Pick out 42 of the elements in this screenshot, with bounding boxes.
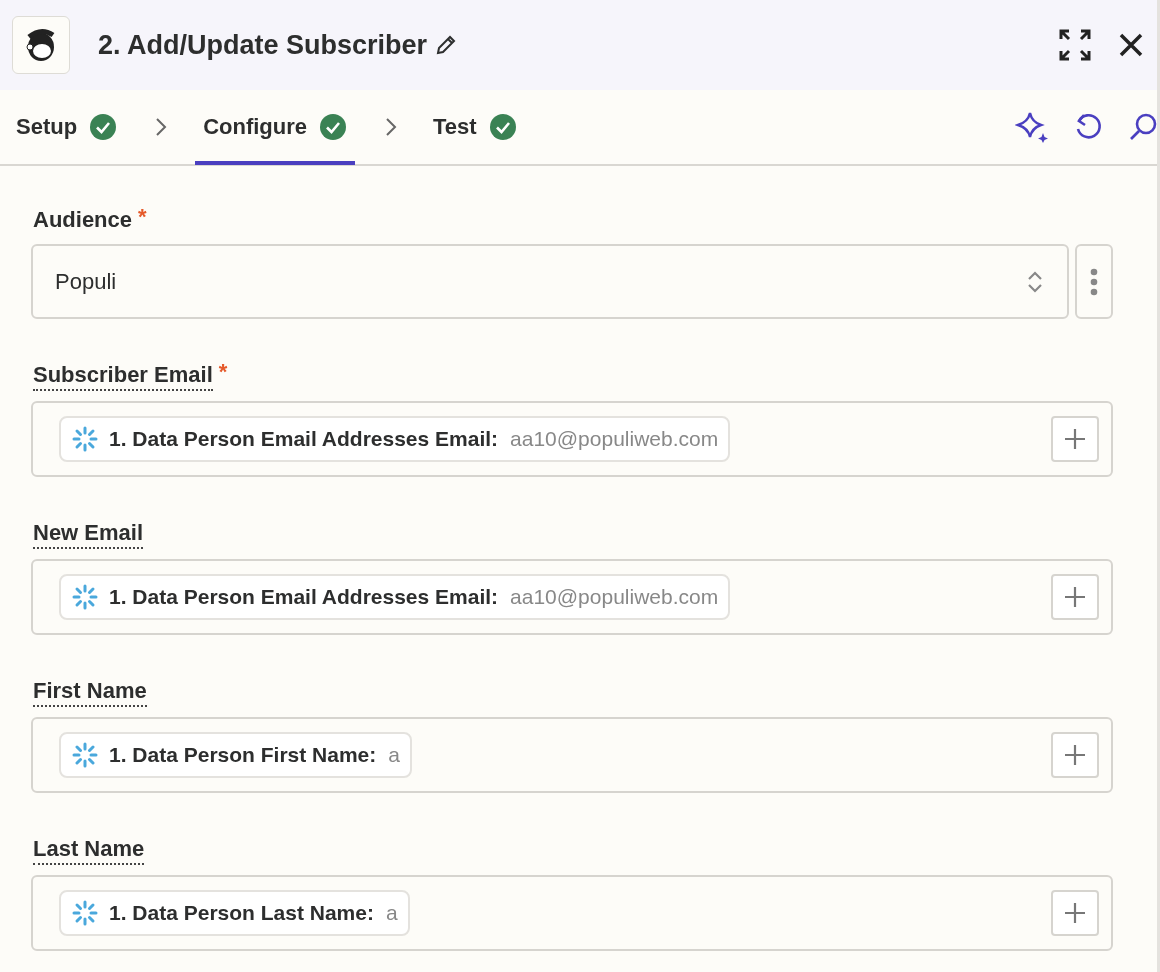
add-button[interactable] (1051, 890, 1099, 936)
add-button[interactable] (1051, 732, 1099, 778)
plus-icon (1064, 744, 1086, 766)
add-button[interactable] (1051, 416, 1099, 462)
field-label: New Email (33, 519, 144, 549)
app-logo-icon (12, 16, 70, 74)
data-token-pill[interactable]: 1. Data Person First Name: a (59, 732, 412, 778)
data-token-pill[interactable]: 1. Data Person Email Addresses Email: aa10@populiweb.com (59, 416, 731, 462)
data-token-pill[interactable]: 1. Data Person Last Name: a (59, 890, 410, 936)
data-token-pill[interactable]: 1. Data Person Email Addresses Email: aa10@populiweb.com (59, 574, 731, 620)
asterisk-burst-icon (71, 899, 99, 927)
step-tab[interactable]: Test (425, 89, 525, 165)
mapped-input-field[interactable]: 1. Data Person Last Name: a (31, 875, 1113, 951)
sparkle-icon[interactable] (1015, 111, 1049, 143)
mapped-input-field[interactable]: 1. Data Person First Name: a (31, 717, 1113, 793)
audience-dropdown[interactable]: Populi (31, 244, 1069, 319)
chevron-right-icon (155, 117, 168, 137)
plus-icon (1064, 902, 1086, 924)
asterisk-burst-icon (71, 425, 99, 453)
mapped-input-field[interactable]: 1. Data Person Email Addresses Email: aa10@populiweb.com (31, 559, 1113, 635)
mapped-input-field[interactable]: 1. Data Person Email Addresses Email: aa10@populiweb.com (31, 401, 1113, 477)
plus-icon (1064, 428, 1086, 450)
required-asterisk: * (218, 361, 228, 383)
field-label: First Name (33, 677, 147, 707)
field-label: Subscriber Email (33, 361, 213, 391)
pencil-icon[interactable] (435, 34, 458, 56)
step-tab[interactable]: Configure (195, 89, 355, 165)
step-title: 2. Add/Update Subscriber (98, 29, 428, 61)
vertical-dots-icon (1090, 267, 1098, 296)
required-asterisk: * (138, 206, 147, 228)
add-button[interactable] (1051, 574, 1099, 620)
asterisk-burst-icon (71, 583, 99, 611)
sort-arrows-icon (1027, 269, 1043, 294)
plus-icon (1064, 586, 1086, 608)
field-label: Audience (33, 206, 133, 234)
more-options-button[interactable] (1075, 244, 1113, 319)
close-icon[interactable] (1119, 33, 1143, 57)
step-tab[interactable]: Setup (16, 89, 126, 165)
expand-icon[interactable] (1059, 29, 1091, 61)
asterisk-burst-icon (71, 741, 99, 769)
field-label: Last Name (33, 835, 145, 865)
chevron-right-icon (385, 117, 397, 137)
